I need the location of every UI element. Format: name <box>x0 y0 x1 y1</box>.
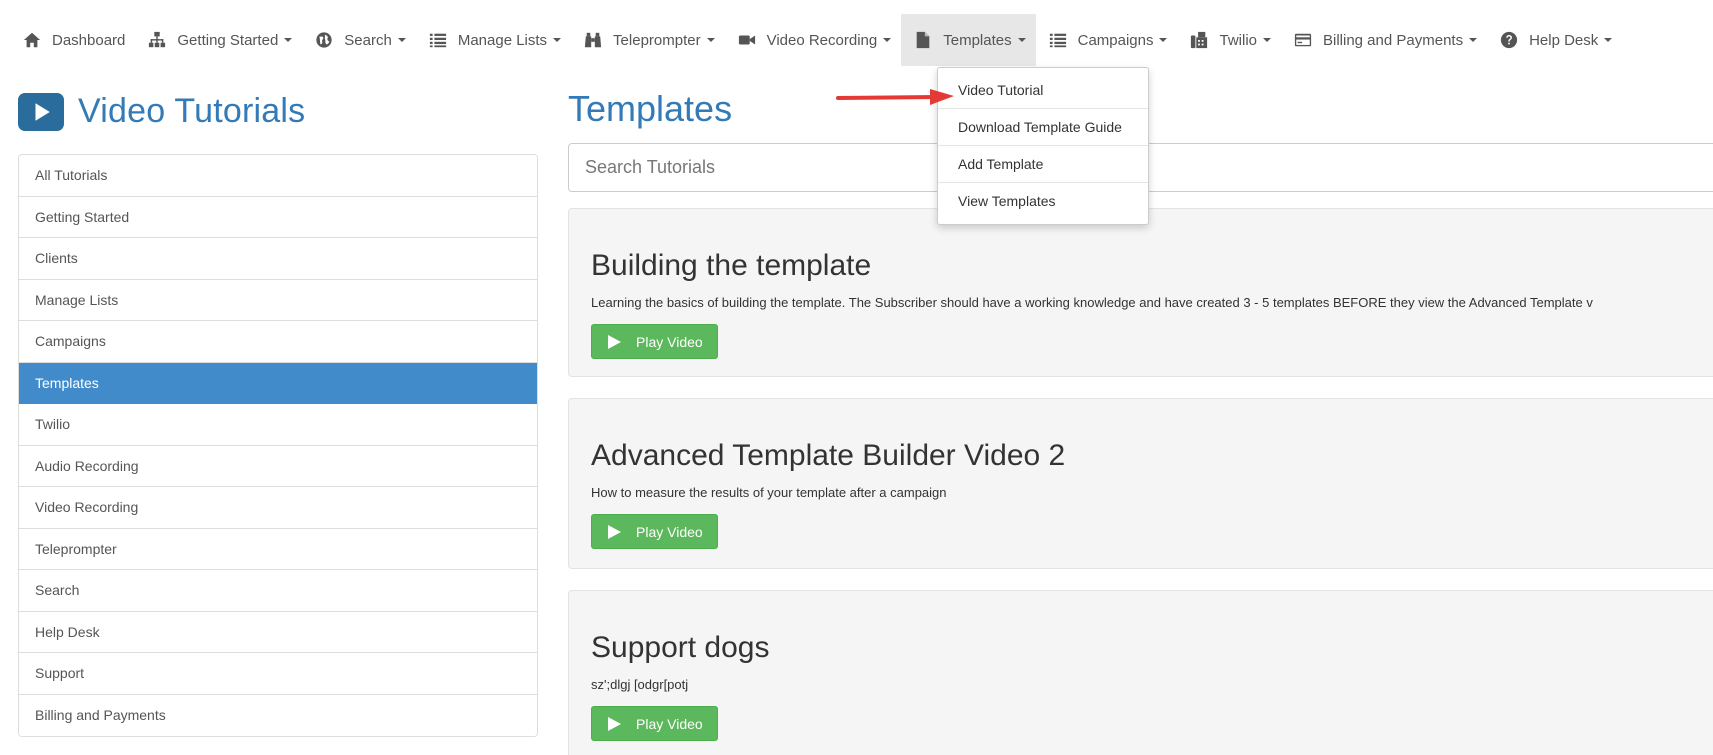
sidebar-item-clients[interactable]: Clients <box>19 238 537 280</box>
play-icon <box>608 716 621 731</box>
caret-down-icon <box>1159 38 1168 42</box>
card-title: Building the template <box>591 249 872 282</box>
top-navbar: Dashboard Getting Started Search Manage … <box>0 14 1713 66</box>
sidebar-item-support[interactable]: Support <box>19 653 537 695</box>
caret-down-icon <box>883 38 892 42</box>
play-video-button[interactable]: Play Video <box>591 514 718 549</box>
nav-video-recording[interactable]: Video Recording <box>725 14 902 66</box>
fax-icon <box>1187 30 1211 50</box>
globe-icon <box>312 30 336 50</box>
card-description: How to measure the results of your templ… <box>591 485 947 500</box>
caret-down-icon <box>284 38 293 42</box>
nav-label: Help Desk <box>1529 31 1599 49</box>
sidebar-item-search[interactable]: Search <box>19 570 537 612</box>
sidebar-item-campaigns[interactable]: Campaigns <box>19 321 537 363</box>
caret-down-icon <box>1017 38 1026 42</box>
nav-help-desk[interactable]: Help Desk <box>1487 14 1622 66</box>
sidebar-title-text: Video Tutorials <box>78 92 306 130</box>
play-icon <box>608 524 621 539</box>
page-title: Templates <box>568 88 733 129</box>
caret-down-icon <box>397 38 406 42</box>
list-icon <box>1046 30 1070 50</box>
card-title: Support dogs <box>591 631 770 664</box>
home-icon <box>20 30 44 50</box>
sidebar-item-templates[interactable]: Templates <box>19 362 537 404</box>
menu-item-view-templates[interactable]: View Templates <box>938 183 1148 220</box>
sidebar-item-all-tutorials[interactable]: All Tutorials <box>19 155 537 197</box>
sidebar-item-teleprompter[interactable]: Teleprompter <box>19 528 537 570</box>
red-arrow-annotation <box>836 89 954 105</box>
binoculars-icon <box>581 30 605 50</box>
play-video-button[interactable]: Play Video <box>591 324 718 359</box>
sidebar-item-getting-started[interactable]: Getting Started <box>19 196 537 238</box>
sidebar-item-audio-recording[interactable]: Audio Recording <box>19 445 537 487</box>
play-video-label: Play Video <box>636 523 703 540</box>
nav-billing[interactable]: Billing and Payments <box>1281 14 1487 66</box>
nav-twilio[interactable]: Twilio <box>1177 14 1281 66</box>
nav-label: Search <box>344 31 392 49</box>
play-icon <box>608 334 621 349</box>
file-icon <box>911 30 935 50</box>
menu-item-download-template-guide[interactable]: Download Template Guide <box>938 109 1148 146</box>
card-description: sz';dlgj [odgr[potj <box>591 677 689 692</box>
credit-card-icon <box>1291 30 1315 50</box>
caret-down-icon <box>553 38 562 42</box>
question-circle-icon <box>1497 30 1521 50</box>
sidebar-title: Video Tutorials <box>18 92 305 131</box>
nav-label: Manage Lists <box>457 31 548 49</box>
nav-campaigns[interactable]: Campaigns <box>1036 14 1178 66</box>
tutorial-category-list: All Tutorials Getting Started Clients Ma… <box>18 154 538 737</box>
caret-down-icon <box>1469 38 1478 42</box>
nav-templates[interactable]: Templates <box>901 14 1036 66</box>
menu-item-add-template[interactable]: Add Template <box>938 146 1148 183</box>
play-video-button[interactable]: Play Video <box>591 706 718 741</box>
card-title: Advanced Template Builder Video 2 <box>591 439 1066 472</box>
nav-label: Getting Started <box>177 31 279 49</box>
tutorial-card: Advanced Template Builder Video 2 How to… <box>568 398 1713 569</box>
nav-label: Templates <box>943 31 1012 49</box>
templates-dropdown-menu: Video Tutorial Download Template Guide A… <box>937 67 1149 225</box>
nav-label: Twilio <box>1219 31 1257 49</box>
nav-label: Teleprompter <box>613 31 701 49</box>
menu-item-video-tutorial[interactable]: Video Tutorial <box>938 72 1148 109</box>
nav-dashboard[interactable]: Dashboard <box>10 14 135 66</box>
sidebar-item-twilio[interactable]: Twilio <box>19 404 537 446</box>
nav-search[interactable]: Search <box>302 14 416 66</box>
list-icon <box>426 30 450 50</box>
sidebar-item-billing-and-payments[interactable]: Billing and Payments <box>19 694 537 736</box>
video-camera-icon <box>735 30 759 50</box>
video-play-icon <box>18 92 64 131</box>
nav-teleprompter[interactable]: Teleprompter <box>571 14 725 66</box>
sitemap-icon <box>145 30 169 50</box>
nav-manage-lists[interactable]: Manage Lists <box>416 14 571 66</box>
card-description: Learning the basics of building the temp… <box>591 295 1593 310</box>
tutorial-card: Support dogs sz';dlgj [odgr[potj Play Vi… <box>568 590 1713 755</box>
caret-down-icon <box>1604 38 1613 42</box>
nav-label: Campaigns <box>1077 31 1154 49</box>
caret-down-icon <box>1263 38 1271 42</box>
sidebar-item-manage-lists[interactable]: Manage Lists <box>19 279 537 321</box>
play-video-label: Play Video <box>636 715 703 732</box>
caret-down-icon <box>706 38 715 42</box>
nav-label: Dashboard <box>52 31 126 49</box>
play-video-label: Play Video <box>636 333 703 350</box>
tutorial-card: Building the template Learning the basic… <box>568 208 1713 377</box>
nav-label: Billing and Payments <box>1323 31 1464 49</box>
nav-getting-started[interactable]: Getting Started <box>135 14 302 66</box>
sidebar-item-video-recording[interactable]: Video Recording <box>19 487 537 529</box>
sidebar-item-help-desk[interactable]: Help Desk <box>19 611 537 653</box>
nav-label: Video Recording <box>766 31 878 49</box>
